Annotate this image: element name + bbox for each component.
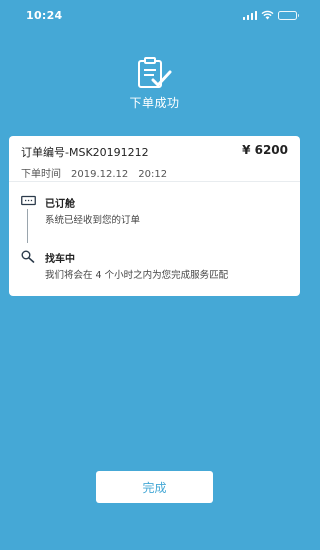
step-description: 我们将会在 4 个小时之内为您完成服务匹配 [45,270,229,281]
status-time: 10:24 [26,8,63,22]
order-price: ¥ 6200 [242,143,288,157]
ticket-icon [21,195,36,206]
status-icons [242,10,299,20]
step-title: 找车中 [45,254,75,265]
timeline-connector [27,209,28,243]
order-summary: 订单编号-MSK20191212 下单时间 2019.12.12 20:12 ¥ 6… [9,136,300,182]
order-success-icon [138,57,172,88]
status-bar: 10:24 [0,0,309,30]
order-date: 2019.12.12 [71,169,129,180]
order-clock: 20:12 [138,169,168,180]
done-button[interactable]: 完成 [96,471,213,503]
page-title: 下单成功 [129,96,180,110]
order-card: 订单编号-MSK20191212 下单时间 2019.12.12 20:12 ¥ 6… [9,136,300,296]
wifi-icon [261,10,274,20]
battery-icon [278,10,299,20]
search-icon [21,250,35,263]
step-title: 已订舱 [45,199,75,210]
order-time-label: 下单时间 [21,169,61,180]
cellular-signal-icon [242,10,257,20]
order-time: 下单时间 2019.12.12 20:12 [21,165,288,180]
step-description: 系统已经收到您的订单 [45,215,141,226]
